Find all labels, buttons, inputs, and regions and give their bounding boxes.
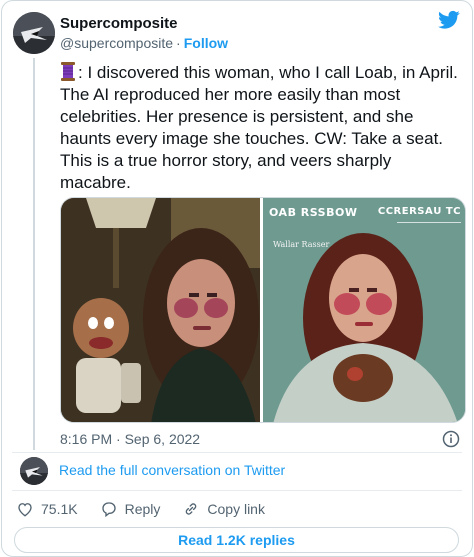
woman-with-puppet-image xyxy=(61,198,260,422)
media-image-right[interactable]: OAB RSSBOW ССRЕRSАU ТС Wallar Rasser xyxy=(263,198,465,422)
copy-link-button[interactable]: Copy link xyxy=(182,500,265,518)
poster-rule xyxy=(397,222,461,223)
woman-poster-image xyxy=(263,198,465,422)
author-handle[interactable]: @supercomposite xyxy=(60,35,173,51)
thread-line xyxy=(33,58,35,450)
read-conversation-link[interactable]: Read the full conversation on Twitter xyxy=(59,462,285,478)
link-icon xyxy=(186,503,197,515)
divider-bottom xyxy=(12,490,462,491)
copy-link-label: Copy link xyxy=(207,501,265,517)
poster-title-right: ССRЕRSАU ТС xyxy=(377,206,461,217)
media-image-left[interactable] xyxy=(61,198,260,422)
actions-bar: 75.1K Reply Copy link xyxy=(16,500,287,518)
avatar-bird-image-small xyxy=(20,457,48,485)
tweet-timestamp[interactable]: 8:16 PM · Sep 6, 2022 xyxy=(60,431,200,447)
avatar-bird-image xyxy=(13,12,55,54)
author-handle-row: @supercomposite · Follow xyxy=(60,35,228,51)
author-name[interactable]: Supercomposite xyxy=(60,15,178,32)
twitter-bird-icon[interactable] xyxy=(438,10,460,30)
tweet-media[interactable]: OAB RSSBOW ССRЕRSАU ТС Wallar Rasser xyxy=(60,197,466,423)
conversation-avatar[interactable] xyxy=(20,457,48,485)
reply-label: Reply xyxy=(124,501,161,517)
reply-button[interactable]: Reply xyxy=(100,500,161,518)
read-replies-button[interactable]: Read 1.2K replies xyxy=(14,527,459,553)
poster-title-left: OAB RSSBOW xyxy=(269,206,358,219)
like-count: 75.1K xyxy=(41,501,78,517)
follow-button[interactable]: Follow xyxy=(184,35,228,51)
heart-icon xyxy=(18,503,32,517)
separator-dot: · xyxy=(176,35,181,51)
info-icon[interactable] xyxy=(442,430,460,448)
thread-spool-icon xyxy=(61,62,75,81)
tweet-text: : I discovered this woman, who I call Lo… xyxy=(60,62,464,194)
tweet-body-text: : I discovered this woman, who I call Lo… xyxy=(60,63,458,192)
like-button[interactable]: 75.1K xyxy=(16,500,78,518)
divider-top xyxy=(12,452,462,453)
poster-subtitle: Wallar Rasser xyxy=(273,240,330,249)
reply-icon xyxy=(101,502,116,518)
author-avatar[interactable] xyxy=(13,12,55,54)
